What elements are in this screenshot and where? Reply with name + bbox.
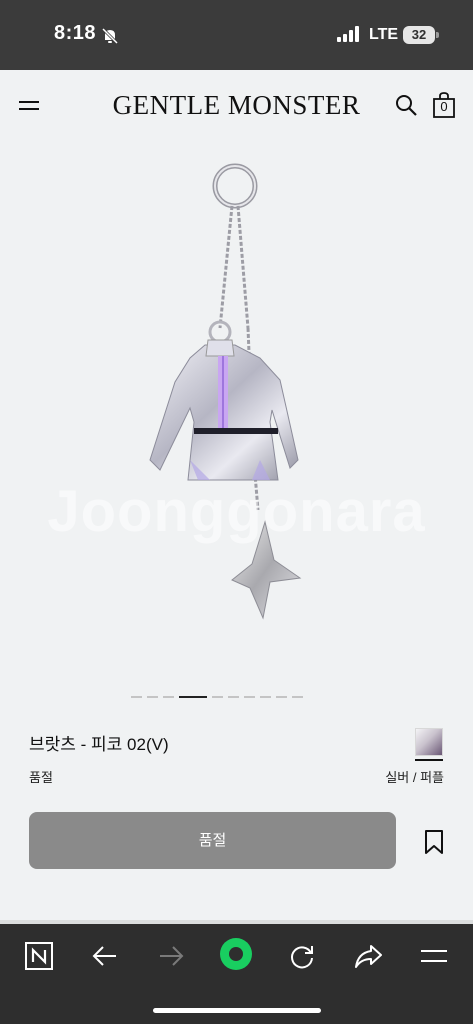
back-arrow-icon[interactable]: [90, 941, 120, 971]
color-swatch[interactable]: [415, 728, 443, 756]
bag-count: 0: [440, 99, 448, 114]
carousel-dot[interactable]: [260, 696, 271, 698]
bell-slash-icon: [101, 27, 119, 45]
carousel-dot[interactable]: [131, 696, 142, 698]
battery-icon: 32: [403, 26, 435, 44]
home-indicator: [153, 1008, 321, 1013]
site-header: GENTLE MONSTER 0: [0, 70, 473, 140]
battery-nub: [436, 32, 439, 38]
carousel-dot[interactable]: [276, 696, 287, 698]
refresh-icon[interactable]: [287, 941, 317, 971]
status-time: 8:18: [54, 22, 97, 44]
forward-arrow-icon[interactable]: [156, 941, 186, 971]
carousel-indicator[interactable]: [131, 696, 303, 700]
soldout-button[interactable]: 품절: [29, 812, 396, 869]
search-icon[interactable]: [394, 93, 418, 117]
swatch-selected-underline: [415, 759, 443, 761]
product-image[interactable]: [120, 160, 360, 630]
share-icon[interactable]: [353, 941, 383, 971]
network-type: LTE: [369, 26, 399, 43]
watermark: Joonggonara: [47, 479, 426, 544]
hamburger-menu-icon[interactable]: [419, 941, 449, 971]
product-name: 브랏츠 - 피코 02(V): [29, 735, 169, 754]
naver-n-icon[interactable]: [24, 941, 54, 971]
carousel-dot[interactable]: [292, 696, 303, 698]
signal-icon: [337, 26, 359, 42]
carousel-dot-active[interactable]: [179, 696, 207, 698]
browser-toolbar: [0, 924, 473, 1024]
bookmark-icon[interactable]: [423, 829, 445, 855]
bag-icon[interactable]: 0: [432, 92, 456, 118]
carousel-dot[interactable]: [244, 696, 255, 698]
color-label: 실버 / 퍼플: [385, 770, 444, 785]
carousel-dot[interactable]: [228, 696, 239, 698]
carousel-dot[interactable]: [163, 696, 174, 698]
carousel-dot[interactable]: [147, 696, 158, 698]
stock-status: 품절: [29, 770, 53, 785]
carousel-dot[interactable]: [212, 696, 223, 698]
status-bar: 8:18 LTE 32: [0, 0, 473, 70]
green-circle-icon[interactable]: [218, 936, 254, 972]
